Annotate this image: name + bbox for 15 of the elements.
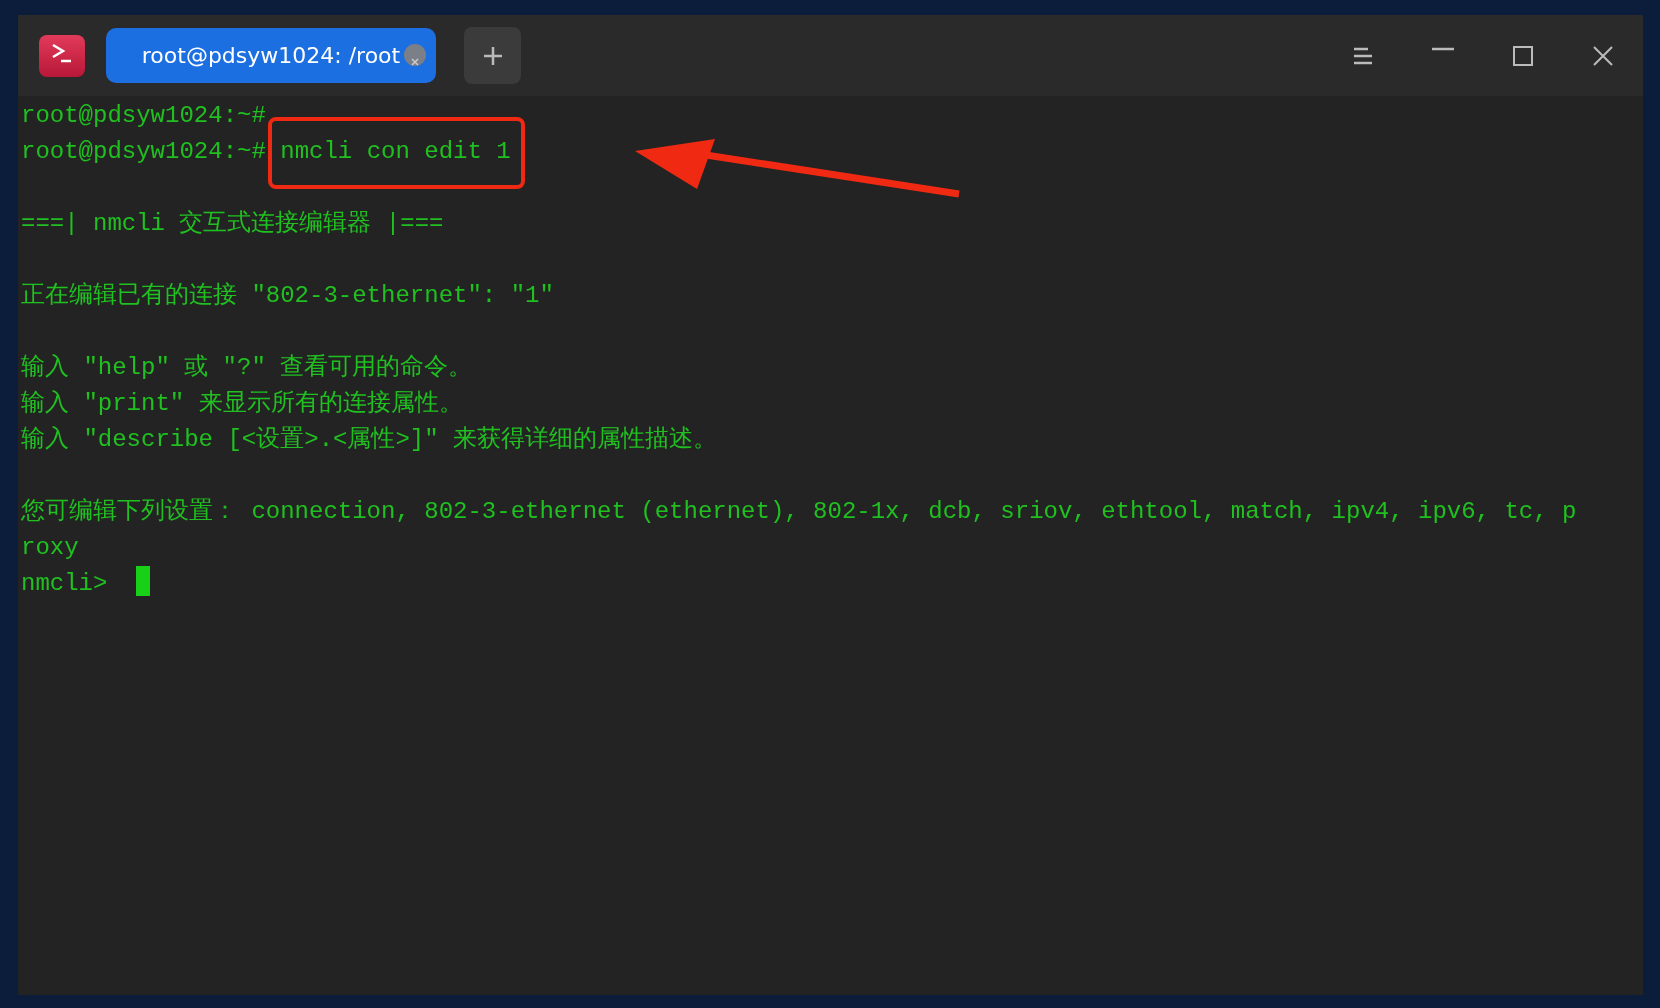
- output-line: 输入 "print" 来显示所有的连接属性。: [21, 390, 463, 417]
- shell-prompt: nmcli>: [21, 570, 108, 597]
- output-line: roxy: [21, 534, 79, 561]
- terminal-tab[interactable]: root@pdsyw1024: /root: [106, 28, 436, 83]
- new-tab-button[interactable]: [464, 27, 521, 84]
- shell-prompt: root@pdsyw1024:~#: [21, 102, 266, 129]
- output-line: 输入 "describe [<设置>.<属性>]" 来获得详细的属性描述。: [21, 426, 718, 453]
- output-line: ===| nmcli 交互式连接编辑器 |===: [21, 210, 444, 237]
- output-line: 输入 "help" 或 "?" 查看可用的命令。: [21, 354, 473, 381]
- output-line: 您可编辑下列设置： connection, 802-3-ethernet (ethernet), 802-1x, dcb, sriov, ethtool, match, ipv4, ipv6, tc, p: [21, 498, 1577, 525]
- command-text: nmcli con edit 1: [280, 138, 511, 165]
- terminal-app-icon[interactable]: [39, 34, 85, 77]
- close-tab-icon[interactable]: [404, 44, 426, 66]
- output-line: 正在编辑已有的连接 "802-3-ethernet": "1": [21, 282, 554, 309]
- shell-prompt: root@pdsyw1024:~#: [21, 138, 266, 165]
